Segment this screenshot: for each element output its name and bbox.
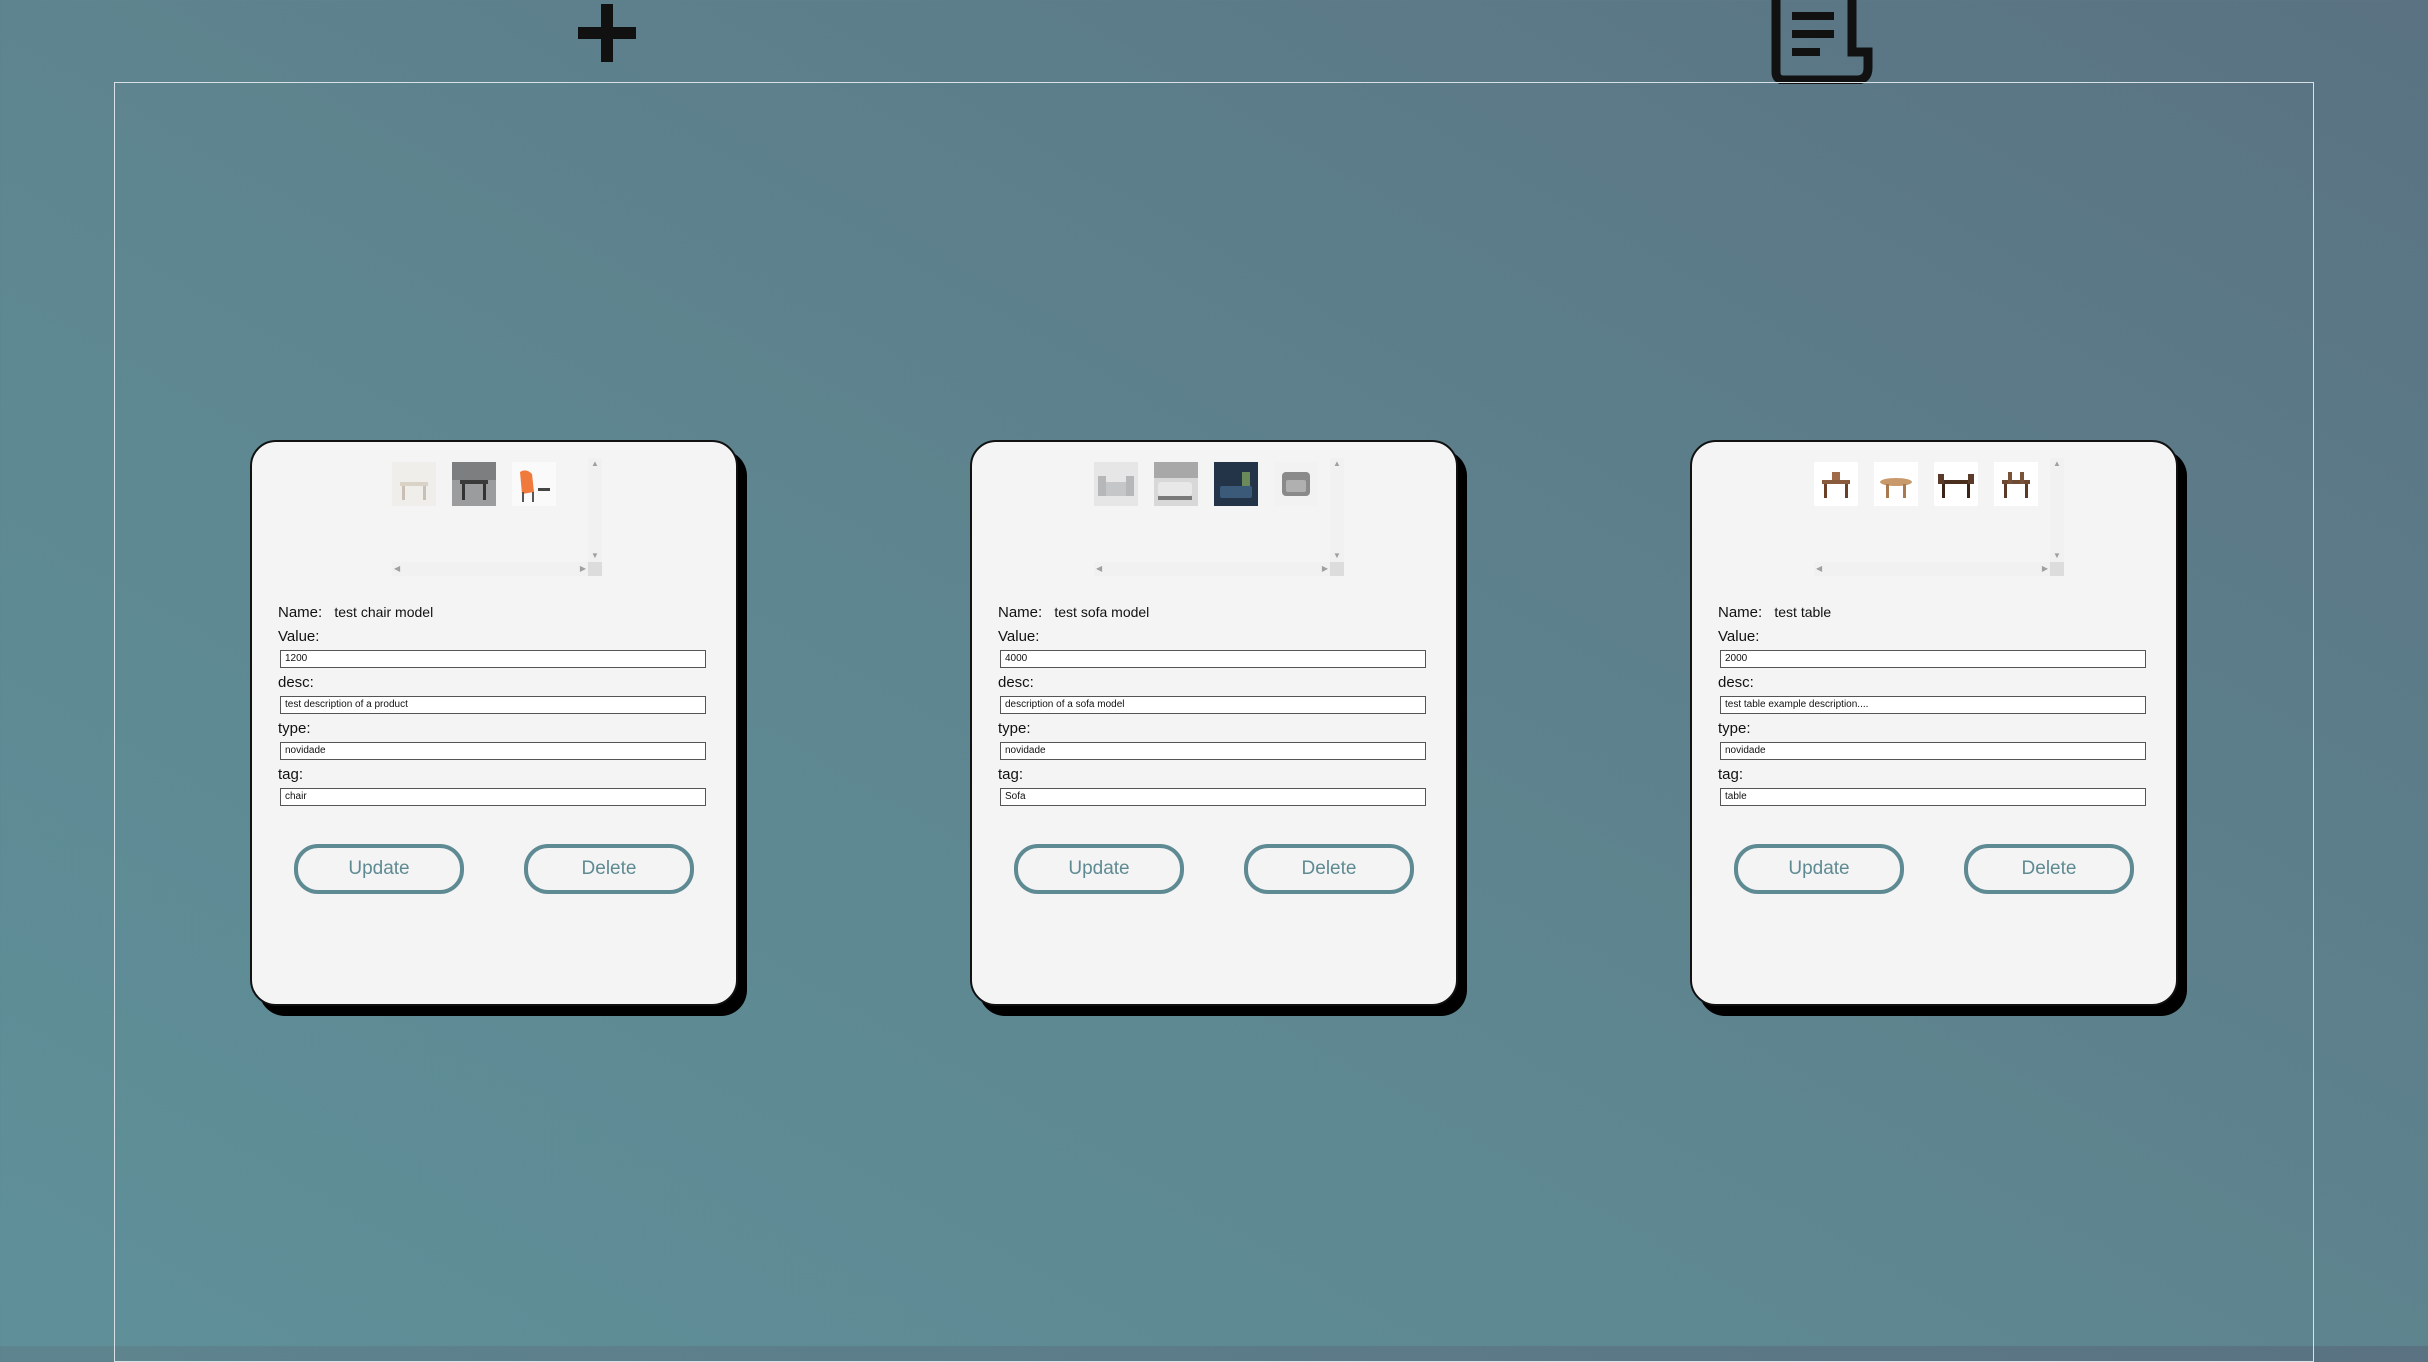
update-button[interactable]: Update (294, 844, 464, 894)
product-thumbnail[interactable] (1274, 462, 1318, 506)
desc-input[interactable]: test description of a product (280, 696, 706, 714)
scroll-corner (588, 562, 602, 576)
type-input[interactable]: novidade (1720, 742, 2146, 760)
desc-label: desc: (998, 674, 1034, 691)
product-card: ▲ ▼ ◀ ▶ Name: test sofa model Value: 400… (970, 440, 1458, 1006)
product-thumbnail[interactable] (1934, 462, 1978, 506)
name-row: Name: test chair model (278, 604, 433, 621)
image-gallery[interactable]: ▲ ▼ ◀ ▶ (1094, 458, 1344, 576)
product-thumbnail[interactable] (1154, 462, 1198, 506)
product-thumbnail[interactable] (512, 462, 556, 506)
update-button[interactable]: Update (1014, 844, 1184, 894)
name-value: test sofa model (1054, 604, 1150, 620)
type-label: type: (1718, 720, 1751, 737)
name-row: Name: test sofa model (998, 604, 1149, 621)
desc-input[interactable]: description of a sofa model (1000, 696, 1426, 714)
image-gallery[interactable]: ▲ ▼ ◀ ▶ (392, 458, 602, 576)
desc-input[interactable]: test table example description.... (1720, 696, 2146, 714)
product-thumbnail[interactable] (1874, 462, 1918, 506)
tag-label: tag: (1718, 766, 1744, 783)
plus-icon[interactable] (572, 2, 642, 64)
horizontal-scrollbar[interactable]: ◀ ▶ (392, 562, 588, 576)
product-card: ▲ ▼ ◀ ▶ Name: test chair model Value: 12… (250, 440, 738, 1006)
product-thumbnail[interactable] (1814, 462, 1858, 506)
name-label: Name: (998, 604, 1043, 621)
delete-button[interactable]: Delete (1964, 844, 2134, 894)
value-label: Value: (998, 628, 1040, 645)
scroll-corner (1330, 562, 1344, 576)
delete-button[interactable]: Delete (524, 844, 694, 894)
tag-label: tag: (278, 766, 304, 783)
tag-input[interactable]: chair (280, 788, 706, 806)
value-label: Value: (278, 628, 320, 645)
product-thumbnail[interactable] (1994, 462, 2038, 506)
tag-input[interactable]: Sofa (1000, 788, 1426, 806)
name-label: Name: (278, 604, 323, 621)
value-input[interactable]: 1200 (280, 650, 706, 668)
name-value: test table (1774, 604, 1832, 620)
value-input[interactable]: 4000 (1000, 650, 1426, 668)
tag-label: tag: (998, 766, 1024, 783)
type-input[interactable]: novidade (1000, 742, 1426, 760)
type-input[interactable]: novidade (280, 742, 706, 760)
update-button[interactable]: Update (1734, 844, 1904, 894)
value-input[interactable]: 2000 (1720, 650, 2146, 668)
image-gallery[interactable]: ▲ ▼ ◀ ▶ (1814, 458, 2064, 576)
value-label: Value: (1718, 628, 1760, 645)
desc-label: desc: (1718, 674, 1754, 691)
scroll-corner (2050, 562, 2064, 576)
name-label: Name: (1718, 604, 1763, 621)
product-thumbnail[interactable] (1094, 462, 1138, 506)
horizontal-scrollbar[interactable]: ◀ ▶ (1814, 562, 2050, 576)
tag-input[interactable]: table (1720, 788, 2146, 806)
document-list-icon[interactable] (1766, 0, 1874, 85)
name-value: test chair model (334, 604, 434, 620)
vertical-scrollbar[interactable]: ▲ ▼ (2050, 458, 2064, 562)
delete-button[interactable]: Delete (1244, 844, 1414, 894)
horizontal-scrollbar[interactable]: ◀ ▶ (1094, 562, 1330, 576)
product-thumbnail[interactable] (1214, 462, 1258, 506)
product-thumbnail[interactable] (452, 462, 496, 506)
type-label: type: (998, 720, 1031, 737)
name-row: Name: test table (1718, 604, 1831, 621)
vertical-scrollbar[interactable]: ▲ ▼ (588, 458, 602, 562)
type-label: type: (278, 720, 311, 737)
product-thumbnail[interactable] (392, 462, 436, 506)
desc-label: desc: (278, 674, 314, 691)
product-card: ▲ ▼ ◀ ▶ Name: test table Value: 2000 des… (1690, 440, 2178, 1006)
vertical-scrollbar[interactable]: ▲ ▼ (1330, 458, 1344, 562)
